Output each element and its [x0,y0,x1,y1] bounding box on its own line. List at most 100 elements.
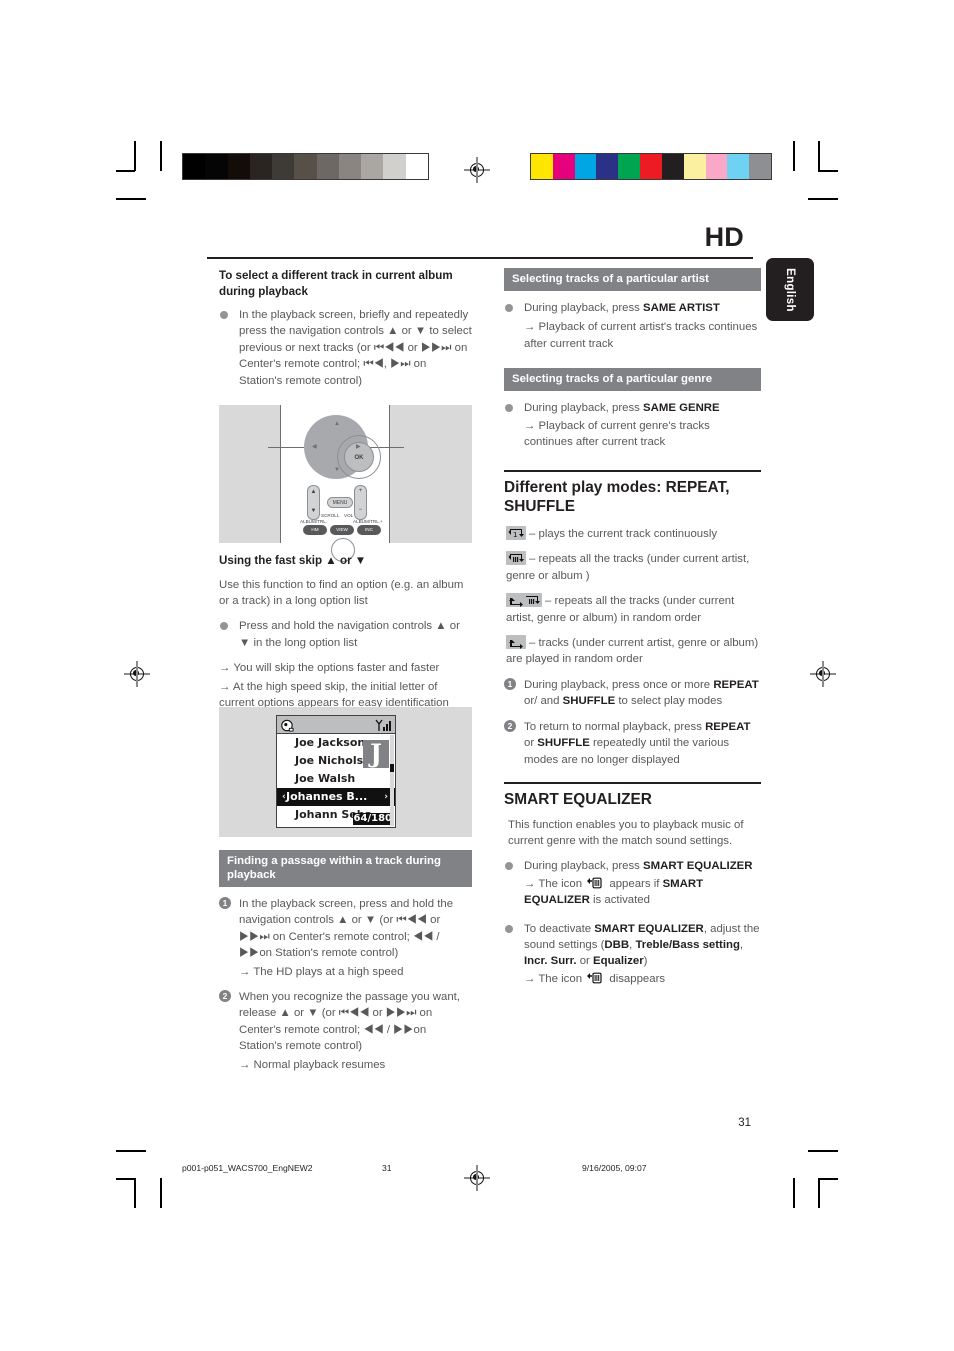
color-calibration-strip [530,153,772,180]
scrollbar-thumb[interactable] [389,764,394,772]
eq-arrow-c: is activated [589,894,650,907]
remote-button-2[interactable]: VIEW [330,525,354,535]
svg-text:1: 1 [513,531,517,539]
smart-equalizer-icon [585,971,603,985]
play-mode-4-text: – tracks (under current artist, genre or… [506,637,759,666]
treble-bass-key: Treble/Bass setting [635,938,740,951]
section-heading-play-modes: Different play modes: REPEAT, SHUFFLE [504,479,730,516]
crop-mark-bl-h [116,1178,135,1180]
chevron-right-icon: › [384,792,388,802]
crop-mark-bl-h2 [116,1150,146,1152]
section-divider [504,470,761,473]
page-title: HD [704,222,744,252]
repeat-all-icon [506,551,526,566]
playmode-step1-b: or/ and [524,695,563,708]
eq-bullet1-arrow: → The icon appears if SMART EQUALIZER is… [524,876,761,909]
bullet-dot-icon [505,924,513,933]
left-step-1: In the playback screen, press and hold t… [239,898,454,960]
left-column-part2: Using the fast skip ▲ or ▼ Use this func… [219,553,472,713]
play-mode-1-text: – plays the current track continuously [529,528,718,541]
list-item-selected[interactable]: ‹ Johannes B... › [277,788,395,806]
play-mode-1: 1 – plays the current track continuously [504,526,761,542]
crop-mark-tl-h2 [116,198,146,200]
volume-minus-icon: − [358,507,363,513]
list-item: During playback, press SAME GENRE → Play… [504,400,761,450]
section-heading-smart-equalizer: SMART EQUALIZER [504,790,652,808]
menu-button[interactable]: MENU [327,497,353,508]
list-item: To deactivate SMART EQUALIZER, adjust th… [504,921,761,988]
bullet-dot-icon [505,404,513,413]
list-item: 1 In the playback screen, press and hold… [219,896,472,980]
page-number: 31 [738,1117,751,1129]
smart-equalizer-key: SMART EQUALIZER [594,922,704,935]
list-item: 2 To return to normal playback, press RE… [504,719,761,768]
crop-mark-br-h [818,1178,838,1180]
band-selecting-artist: Selecting tracks of a particular artist [504,268,761,291]
list-item: In the playback screen, briefly and repe… [219,307,472,389]
incr-surr-key: Incr. Surr. [524,955,577,968]
header-rule [207,257,753,260]
band-selecting-genre: Selecting tracks of a particular genre [504,368,761,392]
smart-equalizer-icon [585,876,603,890]
band-finding-passage: Finding a passage within a track during … [219,850,472,887]
nav-up-icon: ▲ [334,421,340,427]
eq-bullet1-pre: During playback, press [524,860,644,873]
registration-mark-top [464,157,490,183]
nav-right-icon: ▶ [356,444,361,450]
footer-file-name: p001-p051_WACS700_EngNEW2 [182,1163,313,1173]
registration-mark-bottom [464,1165,490,1191]
remote-body: OK ▲ ▼ ◀ ▶ ▲ ▼ SCROLL + − VOL MENU ALBUM… [268,405,404,562]
registration-mark-left [124,661,150,687]
lcd-screen: Joe Jackson Joe Nichols Joe Walsh ‹ Joha… [276,715,396,828]
remote-button-3[interactable]: INC [357,525,381,535]
crop-mark-tr-v [818,141,820,171]
crop-mark-br-v [818,1178,820,1208]
step-number: 2 [504,719,516,732]
crop-mark-tl-v [134,141,136,171]
shuffle-repeat-all-icon [506,593,542,608]
artist-arrow: → Playback of current artist's tracks co… [524,321,758,350]
list-item[interactable]: Joe Walsh [277,770,395,788]
step-number: 1 [504,677,516,690]
remote-guide-line-left [268,447,304,448]
list-item: Press and hold the navigation controls ▲… [219,618,472,651]
album-track-minus-label: ALBUM/TRL. [300,519,328,524]
play-mode-2-text: – repeats all the tracks (under current … [506,553,750,582]
playmode-step2-a: To return to normal playback, press [524,720,706,733]
item-counter-badge: 64/180 [352,813,393,825]
scroll-label: SCROLL [321,513,340,518]
list-item: 1 During playback, press once or more RE… [504,677,761,710]
artist-bullet-text: During playback, press [524,302,644,314]
crop-mark-bl-v [134,1178,136,1208]
crop-mark-br-v2 [793,1178,795,1208]
lcd-display-figure: Joe Jackson Joe Nichols Joe Walsh ‹ Joha… [219,707,472,837]
eq-sep-2: , [739,938,744,951]
repeat-key: REPEAT [713,678,759,691]
eq2-arrow-a: → The icon [524,972,586,985]
scrollbar[interactable] [389,735,394,826]
navigation-wheel[interactable]: OK ▲ ▼ ◀ ▶ [304,415,381,479]
eq-arrow-a: → The icon [524,877,586,890]
remote-button-1[interactable]: HM [303,525,327,535]
volume-plus-icon: + [358,488,363,494]
grayscale-calibration-strip [182,153,429,180]
play-mode-3: – repeats all the tracks (under current … [504,593,761,626]
scroll-down-icon: ▼ [310,508,317,514]
eq2-arrow-b: disappears [606,972,666,985]
eq-bullet2-arrow: → The icon disappears [524,971,761,987]
footer-timestamp: 9/16/2005, 09:07 [582,1163,647,1173]
same-genre-key: SAME GENRE [643,402,720,415]
crop-mark-tl-h [116,170,135,172]
left-step-2-arrow: → Normal playback resumes [239,1058,386,1071]
playmode-step1-c: to select play modes [615,695,723,708]
left-step-2: When you recognize the passage you want,… [239,991,460,1053]
left-arrow-2a: → You will skip the options faster and f… [219,662,440,675]
equalizer-key: Equalizer [593,955,644,968]
initial-letter-badge: J [363,740,389,768]
playmode-step2-b: or [524,737,538,750]
language-tab: English [766,258,814,321]
crop-mark-tr-h2 [808,198,838,200]
lcd-status-bar [277,716,395,734]
smart-equalizer-key: SMART EQUALIZER [643,860,753,873]
left-step-1-arrow: → The HD plays at a high speed [239,965,404,978]
